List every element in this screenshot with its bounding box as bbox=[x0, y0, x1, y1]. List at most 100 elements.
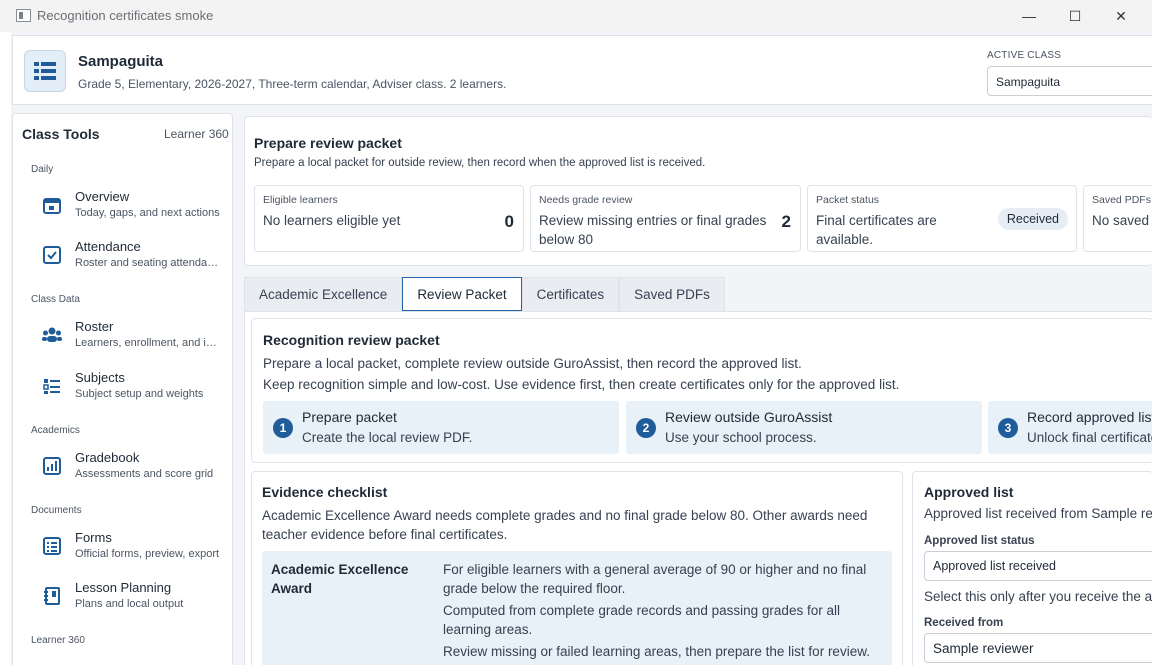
step-subtitle: Create the local review PDF. bbox=[302, 430, 473, 445]
award-criteria: For eligible learners with a general ave… bbox=[443, 562, 867, 596]
review-title: Recognition review packet bbox=[263, 332, 440, 348]
sidebar-item-gradebook[interactable]: Gradebook Assessments and score grid bbox=[31, 448, 227, 488]
sidebar-item-subjects[interactable]: Subjects Subject setup and weights bbox=[31, 368, 227, 408]
sidebar-item-desc: Assessments and score grid bbox=[75, 468, 214, 480]
sidebar-item-label: Attendance bbox=[75, 239, 141, 254]
sidebar-title: Class Tools bbox=[22, 126, 100, 142]
sidebar-item-label: Overview bbox=[75, 189, 130, 204]
sidebar-item-overview[interactable]: Overview Today, gaps, and next actions bbox=[31, 187, 227, 227]
sidebar-item-label: Forms bbox=[75, 530, 112, 545]
stat-label: Saved PDFs bbox=[1092, 194, 1151, 206]
people-icon bbox=[39, 322, 65, 348]
step-title: Record approved list bbox=[1027, 409, 1152, 425]
window-titlebar: Recognition certificates smoke — ☐ ✕ bbox=[0, 0, 1152, 32]
form-document-icon bbox=[39, 533, 65, 559]
stat-value: 2 bbox=[781, 212, 791, 231]
subject-list-icon bbox=[39, 373, 65, 399]
stat-text: No learners eligible yet bbox=[263, 213, 401, 228]
step-review-outside: 2 Review outside GuroAssist Use your sch… bbox=[626, 401, 982, 454]
class-title: Sampaguita bbox=[78, 53, 164, 70]
tab-certificates[interactable]: Certificates bbox=[521, 277, 620, 311]
award-name: Academic Excellence Award bbox=[271, 562, 409, 596]
sidebar-item-desc: Plans and local output bbox=[75, 598, 184, 610]
step-subtitle: Use your school process. bbox=[665, 430, 817, 445]
evidence-description: Academic Excellence Award needs complete… bbox=[262, 508, 868, 542]
tab-review-packet[interactable]: Review Packet bbox=[402, 277, 522, 311]
prepare-review-packet-card: Prepare review packet Prepare a local pa… bbox=[244, 116, 1152, 266]
active-class-select[interactable]: Sampaguita bbox=[987, 66, 1152, 96]
stat-label: Needs grade review bbox=[539, 194, 633, 206]
tab-saved-pdfs[interactable]: Saved PDFs bbox=[619, 277, 725, 311]
prepare-subtitle: Prepare a local packet for outside revie… bbox=[254, 157, 706, 169]
tab-academic-excellence[interactable]: Academic Excellence bbox=[244, 277, 403, 311]
sidebar-item-label: Subjects bbox=[75, 370, 125, 385]
step-number: 3 bbox=[998, 418, 1018, 438]
stat-label: Eligible learners bbox=[263, 194, 338, 206]
received-from-label: Received from bbox=[924, 617, 1004, 629]
approved-list-card: Approved list Approved list received fro… bbox=[912, 471, 1152, 665]
evidence-title: Evidence checklist bbox=[262, 484, 388, 500]
approved-summary: Approved list received from Sample revie… bbox=[924, 506, 1152, 521]
stat-needs-grade-review: Needs grade review Review missing entrie… bbox=[530, 185, 801, 252]
sidebar-item-forms[interactable]: Forms Official forms, preview, export bbox=[31, 528, 227, 568]
review-line-1: Prepare a local packet, complete review … bbox=[263, 356, 802, 371]
approved-status-select[interactable]: Approved list received bbox=[924, 551, 1152, 581]
attendance-checklist-icon bbox=[39, 242, 65, 268]
recognition-tabs: Academic Excellence Review Packet Certif… bbox=[244, 277, 725, 311]
step-prepare-packet: 1 Prepare packet Create the local review… bbox=[263, 401, 619, 454]
learner-360-link[interactable]: Learner 360 bbox=[164, 127, 229, 141]
close-button[interactable]: ✕ bbox=[1098, 0, 1144, 32]
minimize-button[interactable]: — bbox=[1006, 0, 1052, 32]
sidebar-item-lesson-planning[interactable]: Lesson Planning Plans and local output bbox=[31, 578, 227, 618]
step-subtitle: Unlock final certificates. bbox=[1027, 430, 1152, 445]
award-next-step: Review missing or failed learning areas,… bbox=[443, 644, 870, 659]
section-class-data: Class Data bbox=[31, 294, 80, 305]
class-subtitle: Grade 5, Elementary, 2026-2027, Three-te… bbox=[78, 77, 507, 91]
received-from-input[interactable]: Sample reviewer bbox=[924, 633, 1152, 663]
stat-text: No saved PDFs bbox=[1092, 213, 1152, 228]
approved-hint: Select this only after you receive the a… bbox=[924, 589, 1152, 604]
sidebar-item-label: Lesson Planning bbox=[75, 580, 172, 595]
window-title: Recognition certificates smoke bbox=[37, 8, 214, 23]
sidebar-item-roster[interactable]: Roster Learners, enrollment, and imports bbox=[31, 317, 227, 357]
step-record-approved: 3 Record approved list Unlock final cert… bbox=[988, 401, 1152, 454]
sidebar-item-desc: Today, gaps, and next actions bbox=[75, 207, 220, 219]
section-documents: Documents bbox=[31, 505, 82, 516]
step-number: 1 bbox=[273, 418, 293, 438]
step-title: Prepare packet bbox=[302, 409, 397, 425]
section-learner-360: Learner 360 bbox=[31, 635, 85, 646]
sidebar-item-desc: Learners, enrollment, and imports bbox=[75, 337, 220, 349]
gradebook-chart-icon bbox=[39, 453, 65, 479]
step-title: Review outside GuroAssist bbox=[665, 409, 833, 425]
prepare-title: Prepare review packet bbox=[254, 135, 402, 151]
sidebar-item-desc: Roster and seating attendance bbox=[75, 257, 220, 269]
award-row: Academic Excellence Award For eligible l… bbox=[262, 551, 892, 665]
stat-text: Review missing entries or final grades b… bbox=[539, 213, 767, 247]
app-root: Sampaguita Grade 5, Elementary, 2026-202… bbox=[11, 32, 1152, 665]
class-list-icon bbox=[24, 50, 66, 92]
maximize-button[interactable]: ☐ bbox=[1052, 0, 1098, 32]
sidebar-item-attendance[interactable]: Attendance Roster and seating attendance bbox=[31, 237, 227, 277]
sidebar-item-desc: Official forms, preview, export bbox=[75, 548, 220, 560]
lesson-book-icon bbox=[39, 583, 65, 609]
app-window-icon bbox=[16, 9, 31, 22]
calendar-icon bbox=[39, 192, 65, 218]
step-number: 2 bbox=[636, 418, 656, 438]
stat-text: Final certificates are available. bbox=[816, 213, 937, 247]
sidebar-item-label: Roster bbox=[75, 319, 114, 334]
section-daily: Daily bbox=[31, 164, 54, 175]
approved-status-label: Approved list status bbox=[924, 535, 1035, 547]
stat-saved-pdfs: Saved PDFs No saved PDFs bbox=[1083, 185, 1152, 252]
class-header: Sampaguita Grade 5, Elementary, 2026-202… bbox=[12, 35, 1152, 105]
status-badge: Received bbox=[997, 208, 1068, 230]
sidebar-item-desc: Subject setup and weights bbox=[75, 388, 204, 400]
evidence-checklist-card: Evidence checklist Academic Excellence A… bbox=[251, 471, 903, 665]
class-tools-sidebar: Class Tools Learner 360 Daily Overview T… bbox=[12, 113, 233, 665]
award-evidence: Computed from complete grade records and… bbox=[443, 603, 840, 637]
approved-title: Approved list bbox=[924, 484, 1014, 500]
stat-packet-status: Packet status Final certificates are ava… bbox=[807, 185, 1077, 252]
sidebar-item-label: Gradebook bbox=[75, 450, 140, 465]
review-packet-panel: Recognition review packet Prepare a loca… bbox=[244, 311, 1152, 665]
stat-eligible-learners: Eligible learners No learners eligible y… bbox=[254, 185, 524, 252]
stat-label: Packet status bbox=[816, 194, 880, 206]
